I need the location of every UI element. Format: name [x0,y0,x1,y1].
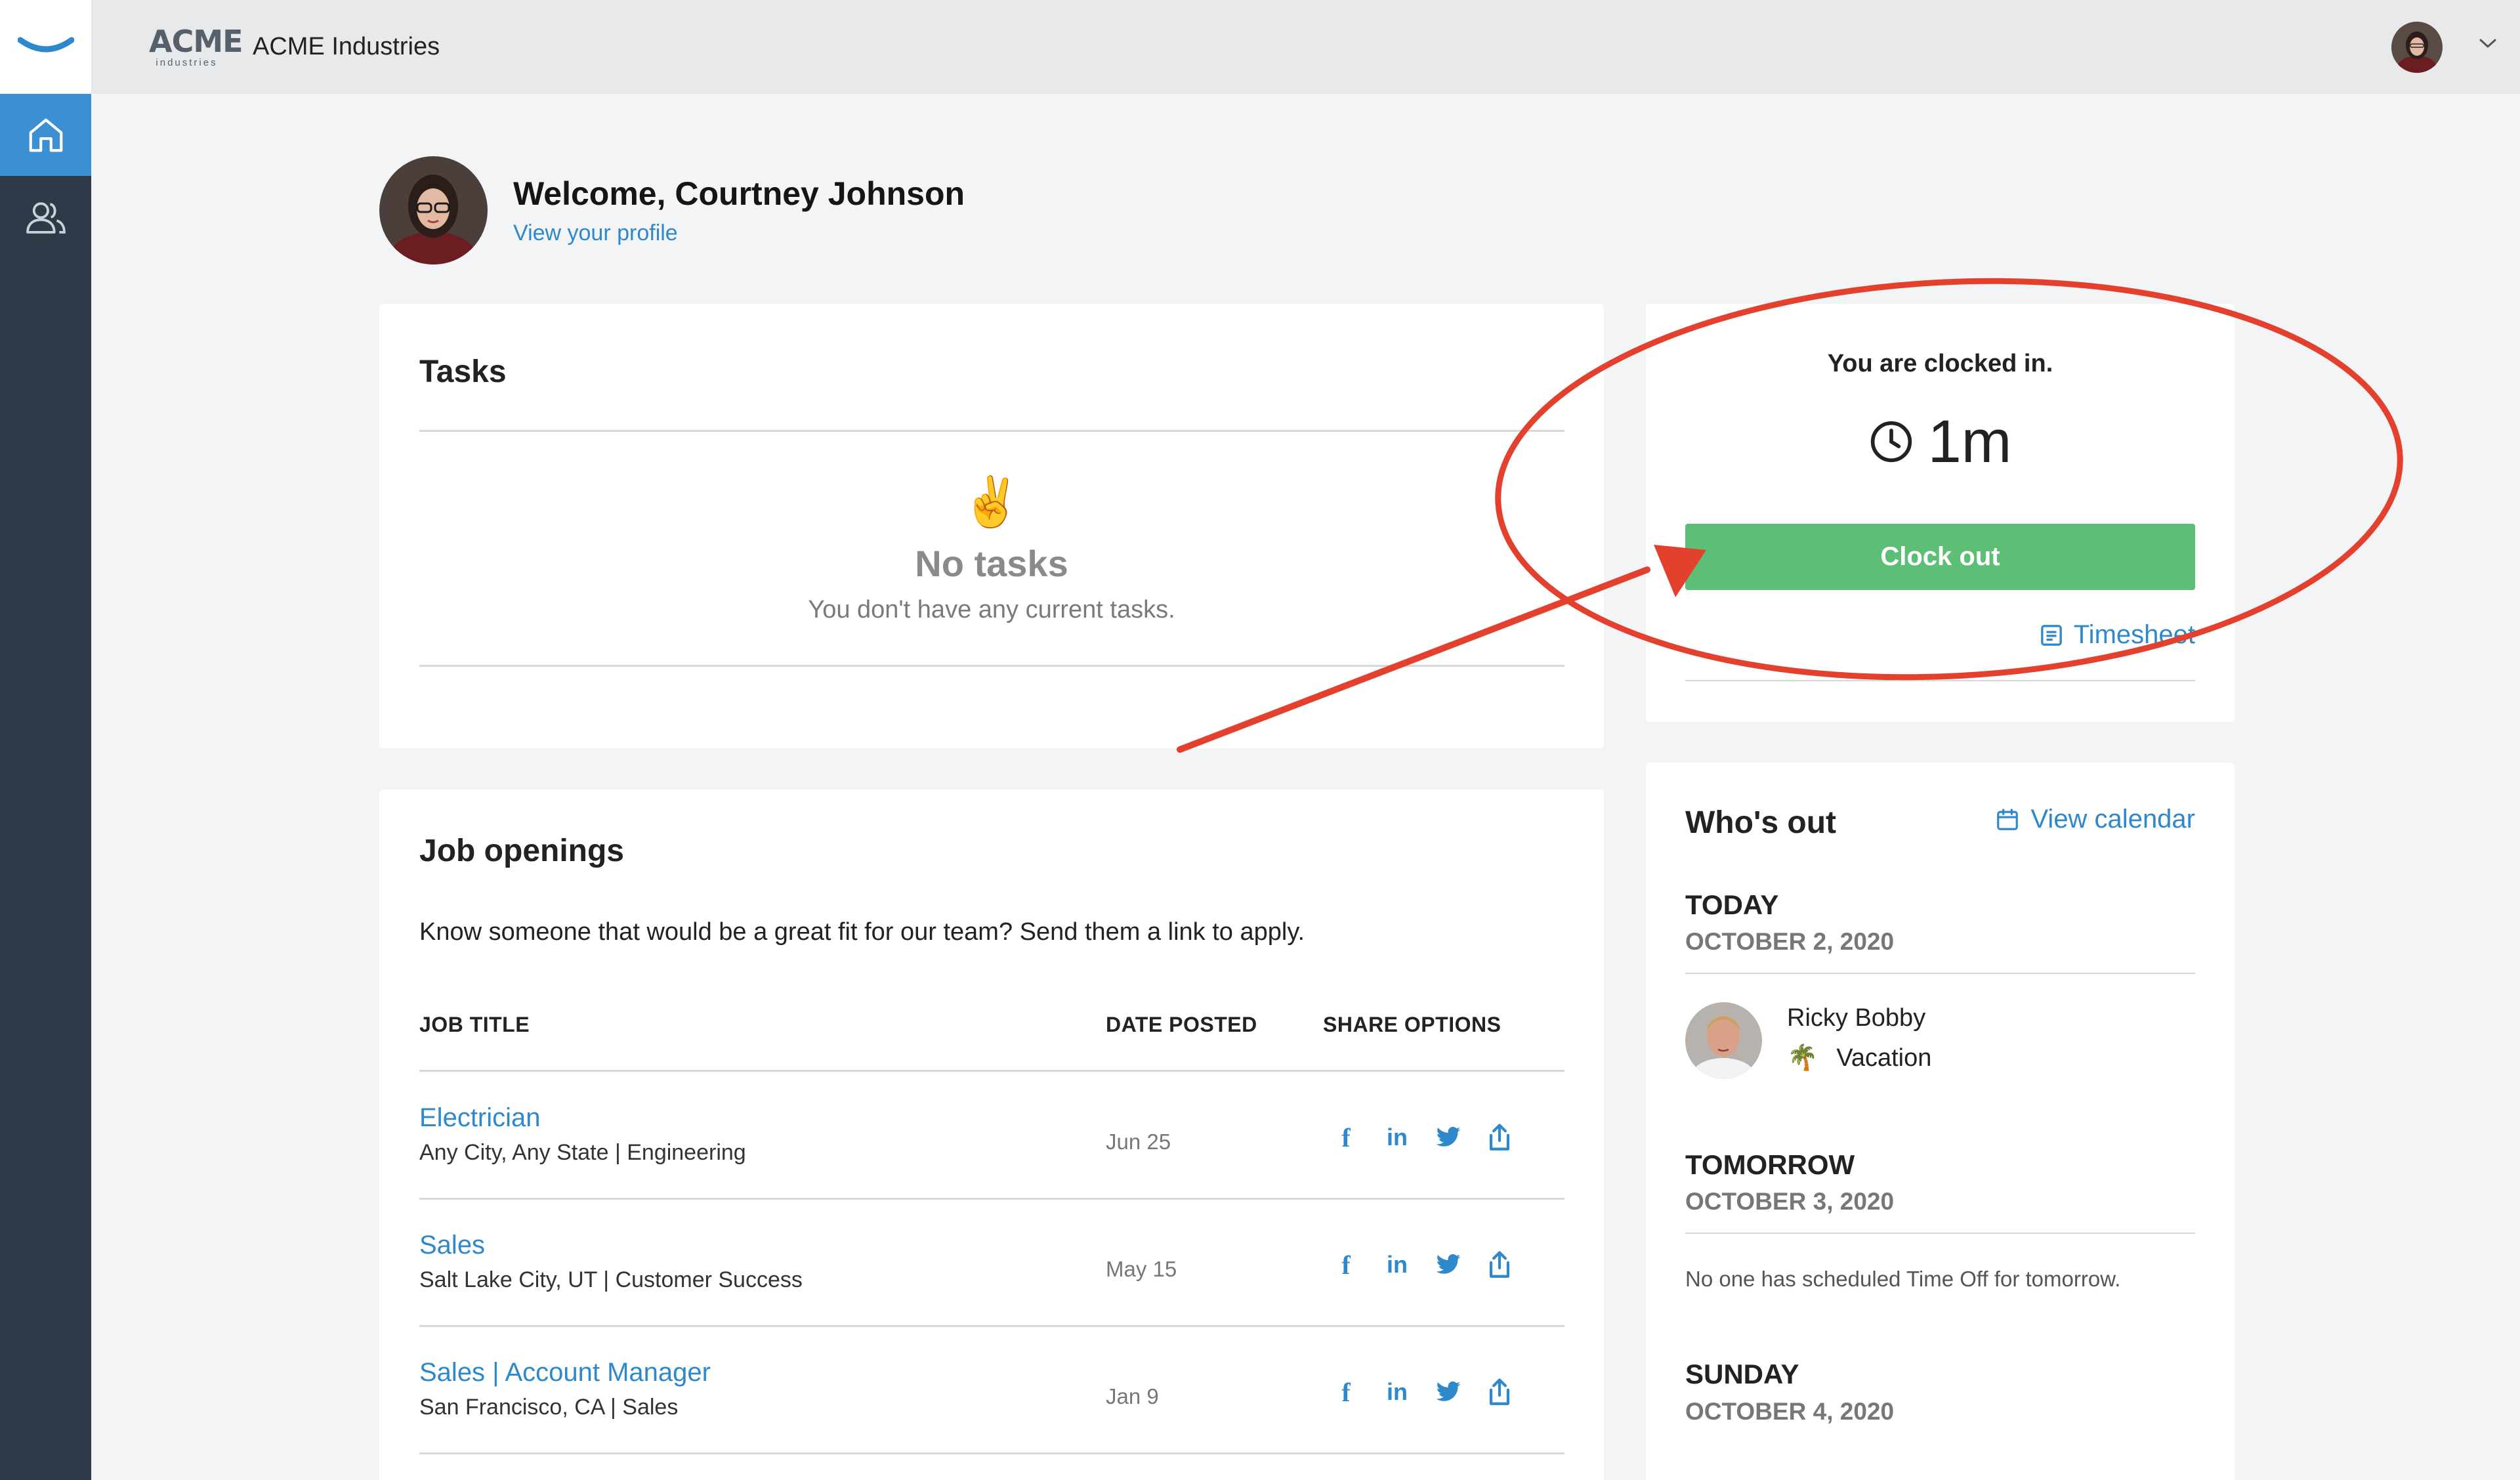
job-title-link[interactable]: Sales [419,1231,485,1260]
peace-emoji: ✌️ [961,475,1022,529]
table-row: Sales | Account Manager San Francisco, C… [419,1326,1564,1453]
share-icon[interactable] [1485,1123,1514,1152]
job-date-posted: May 15 [1106,1257,1177,1281]
linkedin-icon[interactable]: in [1383,1123,1412,1152]
tasks-title: Tasks [419,354,507,389]
job-location-department: Salt Lake City, UT | Customer Success [419,1267,803,1292]
job-openings-intro: Know someone that would be a great fit f… [419,918,1305,946]
day-label: SUNDAY [1685,1359,1799,1389]
facebook-icon[interactable]: f [1332,1250,1360,1280]
calendar-icon [1997,808,2019,830]
logo-wordmark: ACME [149,24,243,59]
facebook-icon[interactable]: f [1332,1123,1360,1152]
account-menu-toggle[interactable] [2478,36,2498,54]
share-icon[interactable] [1485,1378,1514,1406]
column-header-date-posted: DATE POSTED [1106,1013,1257,1036]
clock-out-button[interactable]: Clock out [1685,524,2195,590]
person-avatar-image [1685,1002,1762,1079]
job-title-link[interactable]: Electrician [419,1103,541,1133]
clock-status: You are clocked in. [1827,350,2053,377]
column-header-share-options: SHARE OPTIONS [1323,1013,1502,1036]
day-date: OCTOBER 2, 2020 [1685,928,1895,955]
app-logo[interactable] [0,0,91,94]
twitter-icon[interactable] [1434,1250,1463,1279]
share-icon[interactable] [1485,1250,1514,1279]
job-title-link[interactable]: Sales | Account Manager [419,1358,711,1387]
elapsed-value: 1m [1927,408,2012,475]
home-icon [29,118,62,152]
divider [419,665,1564,667]
divider [1685,680,2195,681]
view-calendar-label: View calendar [2030,805,2195,834]
linkedin-icon[interactable]: in [1383,1250,1412,1279]
logo-tagline: industries [156,57,218,68]
table-row: Electrician Any City, Any State | Engine… [419,1072,1564,1198]
twitter-icon[interactable] [1434,1123,1463,1152]
no-time-off-message: No one has scheduled Time Off for tomorr… [1685,1267,2121,1291]
time-clock-card: You are clocked in. 1m Clock out Timeshe… [1646,304,2235,722]
sidebar-item-people[interactable] [0,176,91,258]
divider [1685,973,2195,974]
user-avatar-image [2391,22,2443,73]
topbar: ACME industries ACME Industries [91,0,2520,94]
whos-out-card: Who's out View calendar TODAY OCTOBER 2,… [1646,763,2235,1480]
tasks-card: Tasks ✌️ No tasks You don't have any cur… [379,304,1604,748]
view-profile-link[interactable]: View your profile [513,221,678,246]
time-off-reason: 🌴 Vacation [1787,1044,1931,1072]
facebook-icon[interactable]: f [1332,1378,1360,1407]
chevron-down-icon [2479,39,2496,48]
share-options: f in [1332,1250,1514,1280]
share-options: f in [1332,1123,1514,1152]
column-header-job-title: JOB TITLE [419,1013,530,1036]
day-label: TOMORROW [1685,1149,1855,1180]
view-calendar-link[interactable]: View calendar [1995,805,2195,834]
job-openings-card: Job openings Know someone that would be … [379,790,1604,1480]
job-location-department: San Francisco, CA | Sales [419,1395,679,1420]
table-row: Sales Salt Lake City, UT | Customer Succ… [419,1199,1564,1326]
day-date: OCTOBER 3, 2020 [1685,1188,1895,1215]
job-date-posted: Jun 25 [1106,1130,1171,1154]
company-name: ACME Industries [253,33,440,60]
timesheet-link[interactable]: Timesheet [2038,620,2195,650]
clock-icon [1870,421,1912,463]
company-logo: ACME industries [149,24,243,71]
person-avatar[interactable] [1685,1002,1762,1079]
job-date-posted: Jan 9 [1106,1384,1159,1408]
share-options: f in [1332,1378,1514,1407]
divider [419,1452,1564,1454]
divider [1685,1233,2195,1234]
job-location-department: Any City, Any State | Engineering [419,1140,746,1165]
day-date: OCTOBER 4, 2020 [1685,1398,1895,1425]
profile-avatar[interactable] [379,156,488,264]
reason-label: Vacation [1836,1044,1932,1072]
welcome-heading: Welcome, Courtney Johnson [513,175,965,212]
timesheet-label: Timesheet [2073,620,2195,649]
whos-out-title: Who's out [1685,805,1837,840]
sidebar-item-home[interactable] [0,94,91,176]
job-openings-title: Job openings [419,834,624,868]
day-label: TODAY [1685,889,1779,920]
elapsed-time: 1m [1646,409,2235,475]
user-avatar[interactable] [2391,22,2443,73]
palm-tree-icon: 🌴 [1787,1044,1818,1072]
person-name: Ricky Bobby [1787,1004,1926,1032]
empty-tasks-subtitle: You don't have any current tasks. [808,596,1175,624]
sidebar [0,0,91,1480]
twitter-icon[interactable] [1434,1378,1463,1406]
empty-tasks-title: No tasks [915,543,1068,584]
divider [419,430,1564,432]
people-icon [26,201,66,234]
linkedin-icon[interactable]: in [1383,1378,1412,1406]
document-icon [2040,624,2062,646]
profile-avatar-image [379,156,488,264]
smile-logo-icon [18,37,74,53]
